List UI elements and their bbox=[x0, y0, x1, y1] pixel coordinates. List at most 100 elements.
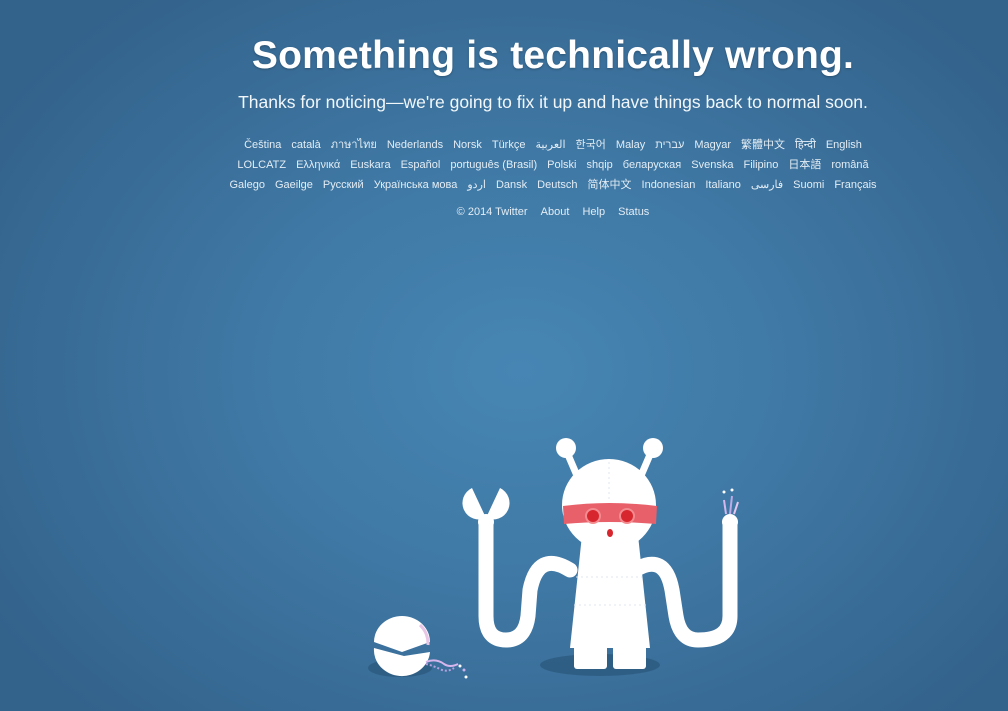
language-item: беларуская bbox=[623, 155, 681, 175]
language-item: فارسی bbox=[751, 175, 783, 195]
language-item: 日本語 bbox=[788, 155, 821, 175]
language-item: Deutsch bbox=[537, 175, 577, 195]
language-link[interactable]: 한국어 bbox=[576, 139, 606, 151]
language-item: English bbox=[826, 135, 862, 155]
language-item: 简体中文 bbox=[588, 175, 632, 195]
language-link[interactable]: English bbox=[826, 139, 862, 151]
language-link[interactable]: हिन्दी bbox=[795, 139, 816, 151]
language-link[interactable]: 简体中文 bbox=[588, 179, 632, 191]
language-item: 한국어 bbox=[576, 135, 606, 155]
language-link[interactable]: Malay bbox=[616, 139, 645, 151]
robot-right-eye bbox=[619, 508, 635, 524]
language-item: Русский bbox=[323, 175, 364, 195]
language-item: Nederlands bbox=[387, 135, 443, 155]
language-link[interactable]: Polski bbox=[547, 159, 576, 171]
language-item: עברית bbox=[655, 135, 684, 155]
language-link[interactable]: LOLCATZ bbox=[237, 159, 286, 171]
language-link[interactable]: català bbox=[291, 139, 320, 151]
language-item: Euskara bbox=[350, 155, 390, 175]
language-item: shqip bbox=[587, 155, 613, 175]
language-link[interactable]: Filipino bbox=[743, 159, 778, 171]
language-link[interactable]: Dansk bbox=[496, 179, 527, 191]
broken-wrist-wires bbox=[722, 488, 739, 530]
broken-robot-illustration bbox=[368, 438, 739, 679]
language-item: LOLCATZ bbox=[237, 155, 286, 175]
language-list: Čeština català ภาษาไทย Nederlands Norsk Türkç… bbox=[218, 135, 888, 195]
language-link[interactable]: Gaeilge bbox=[275, 179, 313, 191]
about-link[interactable]: About bbox=[541, 206, 570, 218]
language-link[interactable]: فارسی bbox=[751, 179, 783, 191]
robot-right-foot bbox=[613, 645, 646, 669]
language-link[interactable]: português (Brasil) bbox=[450, 159, 537, 171]
language-link[interactable]: Nederlands bbox=[387, 139, 443, 151]
language-item: Español bbox=[401, 155, 441, 175]
language-link[interactable]: shqip bbox=[587, 159, 613, 171]
language-item: Čeština bbox=[244, 135, 281, 155]
footer: © 2014 Twitter About Help Status bbox=[218, 206, 888, 218]
language-link[interactable]: 繁體中文 bbox=[741, 139, 785, 151]
language-link[interactable]: اردو bbox=[467, 179, 486, 191]
language-item: Українська мова bbox=[374, 175, 458, 195]
language-item: Gaeilge bbox=[275, 175, 313, 195]
language-item: हिन्दी bbox=[795, 135, 816, 155]
language-item: العربية bbox=[535, 135, 565, 155]
language-link[interactable]: Italiano bbox=[705, 179, 740, 191]
page-subtitle: Thanks for noticing—we're going to fix i… bbox=[238, 92, 868, 112]
language-item: اردو bbox=[467, 175, 486, 195]
language-item: Français bbox=[834, 175, 876, 195]
robot-right-arm bbox=[627, 517, 738, 648]
language-link[interactable]: Español bbox=[401, 159, 441, 171]
language-link[interactable]: Galego bbox=[229, 179, 264, 191]
robot-left-eye bbox=[585, 508, 601, 524]
language-link[interactable]: Magyar bbox=[694, 139, 731, 151]
language-link[interactable]: Svenska bbox=[691, 159, 733, 171]
page-title: Something is technically wrong. bbox=[251, 34, 855, 77]
language-item: Dansk bbox=[496, 175, 527, 195]
language-link[interactable]: 日本語 bbox=[788, 159, 821, 171]
language-item: Polski bbox=[547, 155, 576, 175]
language-link[interactable]: Ελληνικά bbox=[296, 159, 340, 171]
language-link[interactable]: ภาษาไทย bbox=[331, 139, 377, 151]
detached-hand bbox=[373, 616, 468, 679]
copyright-text: © 2014 Twitter bbox=[456, 206, 528, 218]
language-item: 繁體中文 bbox=[741, 135, 785, 155]
language-link[interactable]: العربية bbox=[535, 139, 565, 151]
language-item: Norsk bbox=[453, 135, 482, 155]
language-link[interactable]: беларуская bbox=[623, 159, 681, 171]
language-link[interactable]: Euskara bbox=[350, 159, 390, 171]
language-link[interactable]: Français bbox=[834, 179, 876, 191]
language-link[interactable]: Suomi bbox=[793, 179, 824, 191]
language-link[interactable]: Čeština bbox=[244, 139, 281, 151]
language-item: Ελληνικά bbox=[296, 155, 340, 175]
language-link[interactable]: Türkçe bbox=[492, 139, 526, 151]
robot-left-arm bbox=[478, 514, 578, 648]
language-item: português (Brasil) bbox=[450, 155, 537, 175]
language-link[interactable]: Norsk bbox=[453, 139, 482, 151]
language-link[interactable]: Deutsch bbox=[537, 179, 577, 191]
language-item: Magyar bbox=[694, 135, 731, 155]
robot-left-claw bbox=[462, 488, 510, 530]
error-content: Something is technically wrong. Thanks f… bbox=[218, 34, 888, 218]
language-item: Filipino bbox=[743, 155, 778, 175]
language-link[interactable]: română bbox=[831, 159, 868, 171]
robot-left-foot bbox=[574, 645, 607, 669]
language-item: română bbox=[831, 155, 868, 175]
language-item: Svenska bbox=[691, 155, 733, 175]
language-item: Suomi bbox=[793, 175, 824, 195]
language-link[interactable]: Русский bbox=[323, 179, 364, 191]
robot-visor bbox=[563, 503, 657, 524]
status-link[interactable]: Status bbox=[618, 206, 649, 218]
language-item: Türkçe bbox=[492, 135, 526, 155]
language-item: Indonesian bbox=[642, 175, 696, 195]
language-item: Galego bbox=[229, 175, 264, 195]
help-link[interactable]: Help bbox=[582, 206, 605, 218]
robot-mouth bbox=[607, 529, 613, 537]
language-link[interactable]: עברית bbox=[655, 139, 684, 151]
language-link[interactable]: Indonesian bbox=[642, 179, 696, 191]
robot-body bbox=[570, 535, 650, 648]
language-link[interactable]: Українська мова bbox=[374, 179, 458, 191]
language-item: Malay bbox=[616, 135, 645, 155]
language-item: Italiano bbox=[705, 175, 740, 195]
language-item: català bbox=[291, 135, 320, 155]
language-item: ภาษาไทย bbox=[331, 135, 377, 155]
